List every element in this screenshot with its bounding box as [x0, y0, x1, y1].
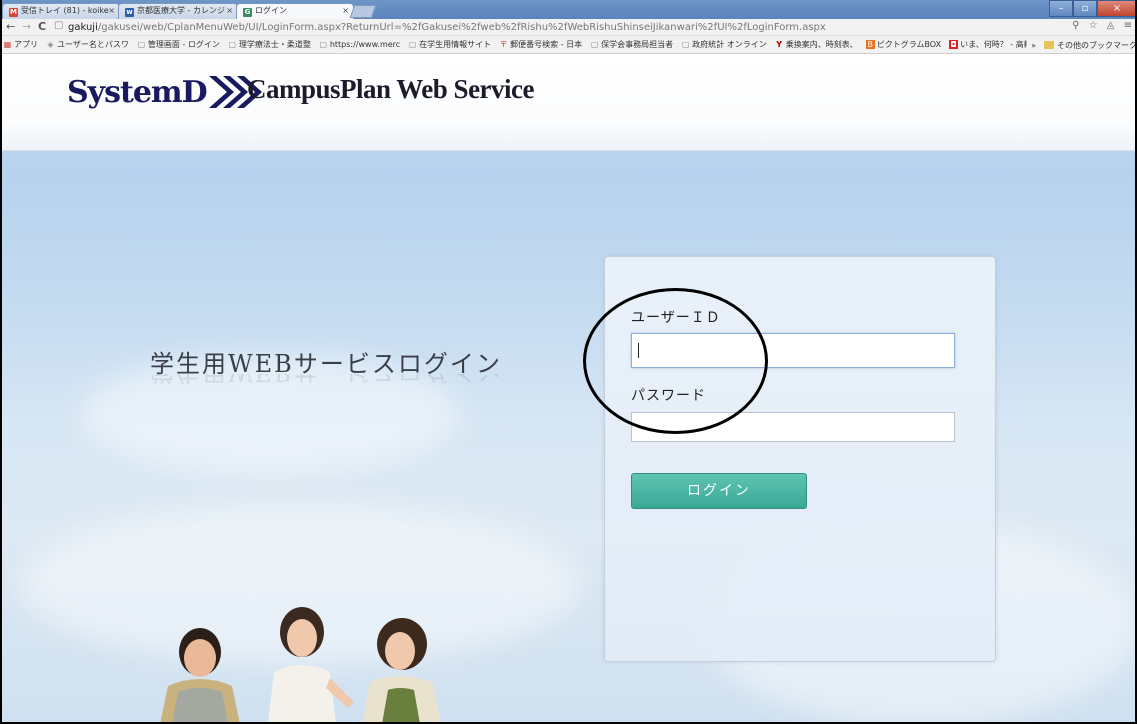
clock-icon: ◘ — [949, 40, 959, 49]
university-icon: w — [125, 8, 134, 17]
page-icon: ▢ — [408, 40, 417, 49]
minimize-button[interactable]: – — [1049, 0, 1073, 17]
bookmark-label: 乗換案内、時刻表、 — [785, 40, 858, 49]
bookmark-item[interactable]: ▢ 政府統計 オンライン — [681, 39, 767, 50]
bookmark-icon: ◈ — [47, 40, 54, 49]
students-photo — [160, 607, 442, 724]
window-controls: – ▫ × — [1049, 0, 1137, 17]
bookmark-item[interactable]: ▢ 在学生用情報サイト — [408, 39, 491, 50]
bookmark-item[interactable]: ◘ いま、何時？ - 高精 — [949, 39, 1032, 50]
back-icon[interactable]: ← — [6, 20, 15, 33]
close-tab-icon[interactable]: × — [226, 4, 233, 18]
url-path: /gakusei/web/CplanMenuWeb/UI/LoginForm.a… — [97, 22, 826, 33]
other-bookmarks-label: その他のブックマーク — [1057, 40, 1137, 50]
apps-grid-icon: ▦ — [3, 40, 12, 49]
bookmark-label: いま、何時？ - 高精 — [960, 40, 1032, 49]
toolbar-icons[interactable]: ⚲ ☆ ◬ ≡ — [1072, 20, 1135, 31]
bookmark-item[interactable]: ▢ 理学療法士・柔道整 — [228, 39, 311, 50]
browser-tab-university[interactable]: w 京都医療大学 - カレンジ × — [118, 3, 238, 19]
bookmark-item[interactable]: ▢ 管理画面 - ログイン — [137, 39, 220, 50]
bookmark-item[interactable]: 〒郵便番号検索 - 日本 — [499, 39, 582, 50]
tab-label: ログイン — [255, 6, 287, 15]
bookmark-label: https://www.merc — [329, 40, 401, 49]
browser-tab-gmail[interactable]: M 受信トレイ (81) - koike × — [2, 3, 120, 19]
page-icon: ▢ — [228, 40, 237, 49]
other-bookmarks[interactable]: » その他のブックマーク — [1027, 36, 1137, 53]
tab-label: 京都医療大学 - カレンジ — [137, 6, 225, 15]
bookmark-item[interactable]: ▢ 保学会事務局担当者 — [590, 39, 673, 50]
service-name: CampusPlan Web Service — [247, 74, 535, 104]
reload-icon[interactable]: C — [38, 20, 46, 33]
site-header: SystemD CampusPlan Web Service — [0, 54, 1137, 151]
page-icon: ▢ — [590, 40, 599, 49]
page-title-reflection: 学生用WEBサービスログイン — [150, 374, 502, 392]
bookmark-label: アプリ — [14, 40, 38, 49]
bookmark-label: 保学会事務局担当者 — [601, 40, 674, 49]
logo-text: SystemD — [67, 74, 208, 110]
folder-icon — [1044, 41, 1054, 49]
bookmark-item[interactable]: ◈ ユーザー名とパスワ — [46, 39, 129, 50]
tab-label: 受信トレイ (81) - koike — [21, 6, 109, 15]
bookmark-label: 在学生用情報サイト — [419, 40, 492, 49]
page-icon: ▢ — [319, 40, 328, 49]
browser-toolbar: ← → C ▢ gakuji/gakusei/web/CplanMenuWeb/… — [0, 19, 1137, 36]
bookmarks-more-icon[interactable]: » — [1031, 41, 1036, 50]
bookmark-label: 理学療法士・柔道整 — [238, 40, 311, 49]
close-window-button[interactable]: × — [1097, 0, 1137, 17]
bookmarks-bar: ▦ アプリ ◈ ユーザー名とパスワ ▢ 管理画面 - ログイン ▢ 理学療法士・柔道整 … — [0, 36, 1137, 54]
bookmark-item[interactable]: Y 乗換案内、時刻表、 — [775, 39, 858, 50]
maximize-button[interactable]: ▫ — [1073, 0, 1097, 17]
page-favicon-icon: G — [243, 8, 252, 17]
page-content: SystemD CampusPlan Web Service 学生用WEBサービ… — [0, 54, 1137, 724]
systemd-logo: SystemD — [67, 70, 267, 114]
bookmark-apps[interactable]: ▦ アプリ — [3, 39, 38, 50]
annotation-circle — [583, 288, 768, 434]
bookmark-item[interactable]: ▢ https://www.merc — [319, 40, 401, 49]
bookmark-label: 郵便番号検索 - 日本 — [510, 40, 583, 49]
bookmark-label: ユーザー名とパスワ — [57, 40, 129, 49]
pictogram-icon: B — [865, 40, 875, 49]
login-button[interactable]: ログイン — [631, 473, 807, 509]
address-bar[interactable]: gakuji/gakusei/web/CplanMenuWeb/UI/Login… — [68, 20, 1068, 35]
yahoo-icon: Y — [776, 40, 783, 49]
page-info-icon[interactable]: ▢ — [54, 20, 63, 31]
bookmark-item[interactable]: B ピクトグラムBOX — [865, 39, 942, 50]
close-tab-icon[interactable]: × — [342, 4, 349, 18]
page-icon: ▢ — [681, 40, 690, 49]
browser-tab-bar: M 受信トレイ (81) - koike × w 京都医療大学 - カレンジ × G… — [0, 0, 1137, 19]
gmail-icon: M — [9, 8, 18, 17]
page-icon: ▢ — [137, 40, 146, 49]
forward-icon[interactable]: → — [22, 20, 31, 33]
url-host: gakuji — [68, 22, 98, 33]
new-tab-button[interactable] — [349, 5, 377, 18]
bookmark-label: 政府統計 オンライン — [692, 40, 767, 49]
close-tab-icon[interactable]: × — [108, 4, 115, 18]
browser-tab-login[interactable]: G ログイン × — [236, 3, 354, 19]
bookmark-label: ピクトグラムBOX — [876, 40, 942, 49]
bookmark-label: 管理画面 - ログイン — [147, 40, 220, 49]
postal-icon: 〒 — [499, 40, 508, 49]
